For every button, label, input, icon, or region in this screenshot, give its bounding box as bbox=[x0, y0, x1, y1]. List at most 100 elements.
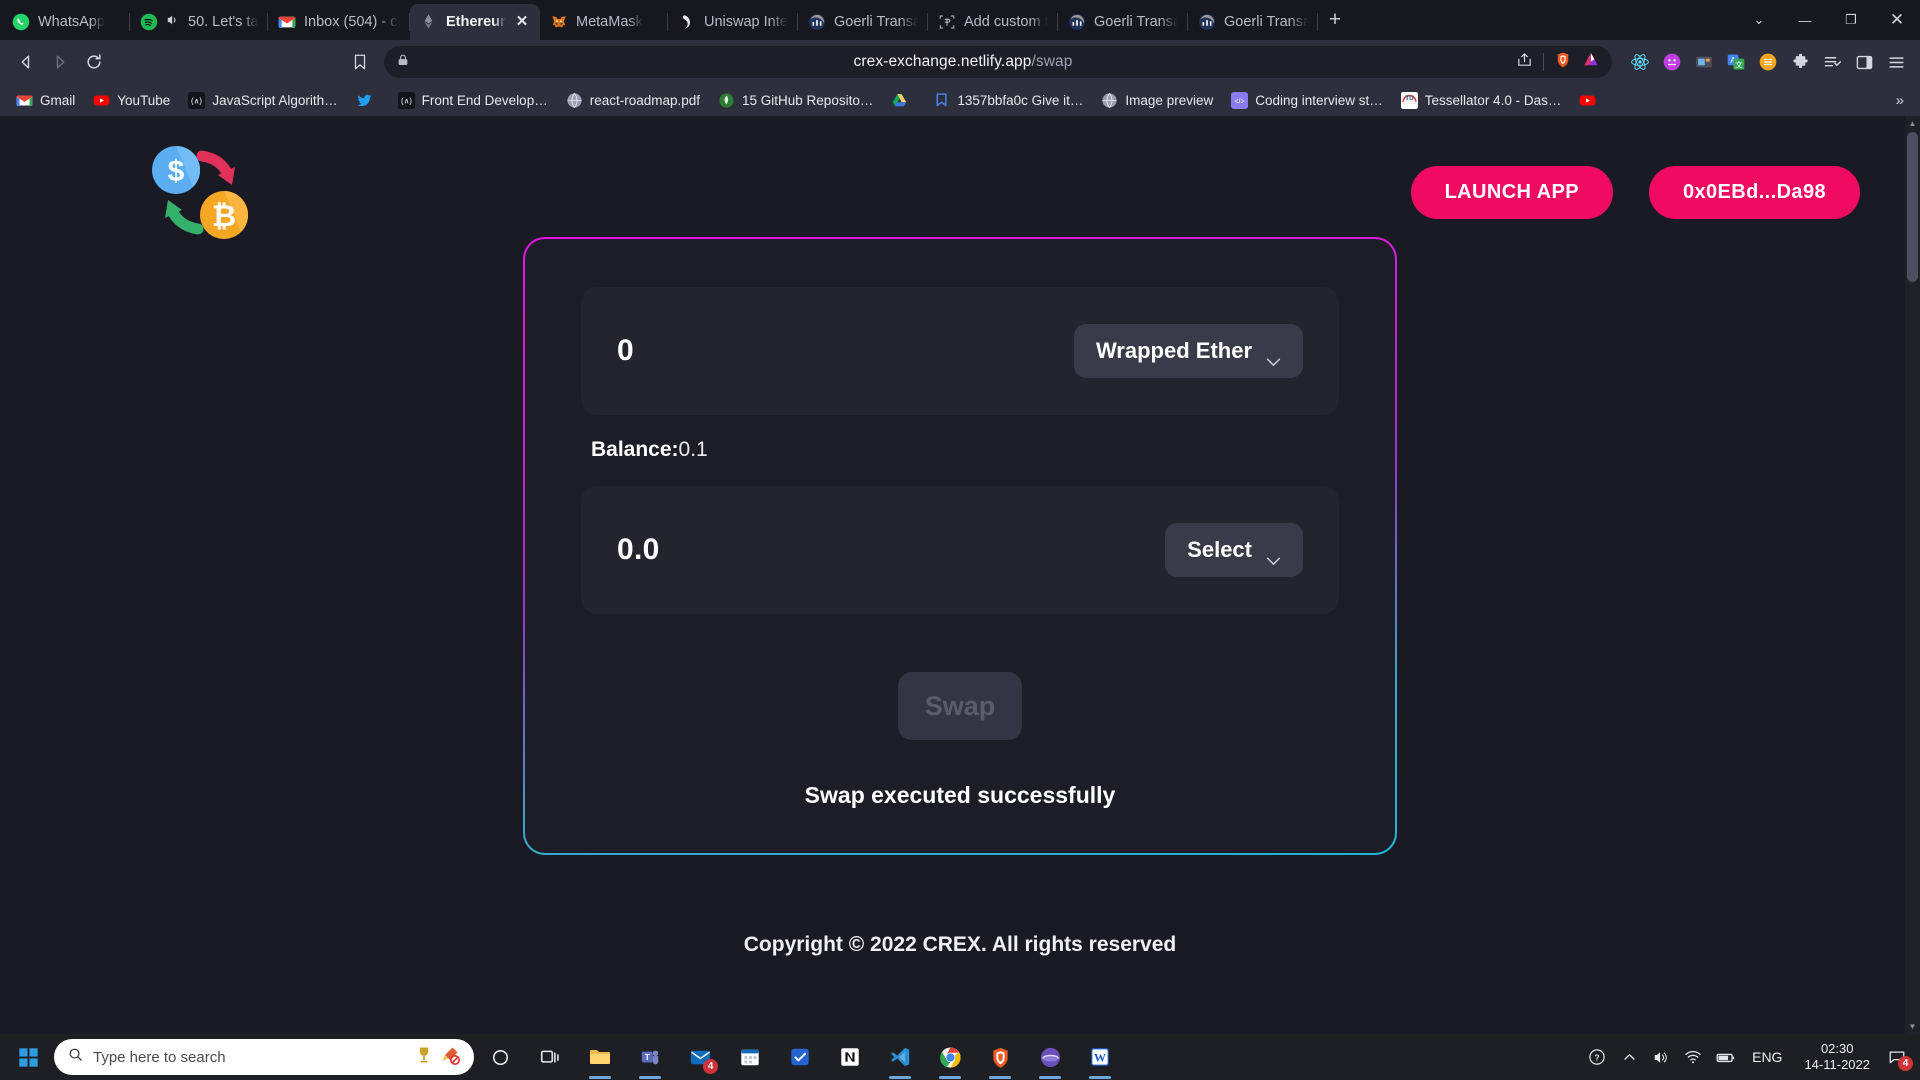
tab-mute-icon[interactable] bbox=[166, 13, 180, 31]
svg-text:(∧): (∧) bbox=[401, 96, 412, 105]
word-icon[interactable]: W bbox=[1076, 1034, 1124, 1080]
browser-menu-icon[interactable] bbox=[1882, 48, 1910, 76]
translate-extension-icon[interactable]: A文 bbox=[1722, 48, 1750, 76]
bookmark-item[interactable]: Image preview bbox=[1093, 89, 1221, 112]
sidebar-toggle-icon[interactable] bbox=[1850, 48, 1878, 76]
new-tab-button[interactable]: + bbox=[1318, 4, 1352, 38]
reload-icon[interactable] bbox=[78, 46, 110, 78]
to-amount-input[interactable]: 0.0 bbox=[617, 533, 660, 567]
browser-tab[interactable]: Uniswap Interfac bbox=[668, 4, 798, 40]
svg-text:TU: TU bbox=[1405, 94, 1414, 101]
honey-extension-icon[interactable] bbox=[1754, 48, 1782, 76]
to-token-select[interactable]: Select bbox=[1165, 523, 1303, 577]
forward-icon[interactable] bbox=[44, 46, 76, 78]
bookmark-item[interactable]: (∧) Front End Develop… bbox=[390, 89, 556, 112]
taskbar-search[interactable]: Type here to search bbox=[54, 1039, 474, 1075]
svg-text:W: W bbox=[1094, 1051, 1106, 1065]
share-icon[interactable] bbox=[1516, 51, 1533, 73]
browser-tab[interactable]: MetaMask bbox=[540, 4, 668, 40]
from-amount-input[interactable]: 0 bbox=[617, 334, 634, 368]
browser-tab-active[interactable]: Ethereum Ap ✕ bbox=[410, 4, 540, 40]
browser-tab[interactable]: Goerli Transactio bbox=[1058, 4, 1188, 40]
balance-display: Balance:0.1 bbox=[591, 438, 1339, 462]
bookmark-item[interactable] bbox=[348, 89, 388, 112]
crex-exchange-app: $ ₿ LAUNCH APP 0x0EBd...Da98 0 Wrapped E… bbox=[0, 116, 1920, 1034]
search-icon bbox=[68, 1047, 83, 1067]
bookmark-item[interactable]: TU Tessellator 4.0 - Das… bbox=[1393, 89, 1570, 112]
notion-icon[interactable] bbox=[826, 1034, 874, 1080]
mail-badge: 4 bbox=[703, 1059, 718, 1074]
tab-search-icon[interactable]: ⌄ bbox=[1736, 0, 1782, 40]
close-window-button[interactable]: ✕ bbox=[1874, 0, 1920, 40]
bookmarks-bar: Gmail YouTube (∧) JavaScript Algorith… (… bbox=[0, 84, 1920, 116]
notifications-icon[interactable]: 4 bbox=[1882, 1034, 1913, 1080]
bookmark-item[interactable] bbox=[1571, 89, 1611, 112]
postman-icon[interactable] bbox=[1026, 1034, 1074, 1080]
mail-icon[interactable]: 4 bbox=[676, 1034, 724, 1080]
clock-time: 02:30 bbox=[1820, 1041, 1854, 1056]
minimize-button[interactable]: — bbox=[1782, 0, 1828, 40]
bookmark-item[interactable] bbox=[883, 89, 923, 112]
launch-app-button[interactable]: LAUNCH APP bbox=[1410, 166, 1613, 219]
scroll-down-icon[interactable]: ▼ bbox=[1905, 1019, 1920, 1034]
scrollbar-thumb[interactable] bbox=[1907, 132, 1918, 282]
wallet-extension-icon[interactable] bbox=[1658, 48, 1686, 76]
bookmarks-overflow-button[interactable]: » bbox=[1888, 92, 1912, 109]
task-view-icon[interactable] bbox=[526, 1034, 574, 1080]
wifi-icon[interactable] bbox=[1678, 1034, 1708, 1080]
paint-icon[interactable] bbox=[440, 1045, 460, 1070]
trophy-icon[interactable] bbox=[414, 1045, 434, 1070]
bookmark-item[interactable]: YouTube bbox=[85, 89, 178, 112]
svg-text:₿: ₿ bbox=[212, 200, 236, 233]
brave-rewards-icon[interactable] bbox=[1582, 51, 1600, 74]
svg-text:$: $ bbox=[168, 155, 185, 188]
bookmark-icon[interactable] bbox=[344, 46, 376, 78]
bookmark-item[interactable]: </> Coding interview st… bbox=[1223, 89, 1391, 112]
volume-icon[interactable] bbox=[1646, 1034, 1676, 1080]
browser-tab[interactable]: Add custom toke bbox=[928, 4, 1058, 40]
svg-text:?: ? bbox=[1595, 1053, 1600, 1062]
vscode-icon[interactable] bbox=[876, 1034, 924, 1080]
tab-strip: WhatsApp 50. Let's talk a Inbox (504) - … bbox=[0, 0, 1920, 40]
cortana-icon[interactable] bbox=[476, 1034, 524, 1080]
browser-tab[interactable]: Goerli Transactio bbox=[1188, 4, 1318, 40]
browser-tab[interactable]: 50. Let's talk a bbox=[130, 4, 268, 40]
react-devtools-icon[interactable] bbox=[1626, 48, 1654, 76]
bookmark-item[interactable]: (∧) JavaScript Algorith… bbox=[180, 89, 345, 112]
battery-icon[interactable] bbox=[1710, 1034, 1740, 1080]
show-hidden-icons-icon[interactable] bbox=[1614, 1034, 1644, 1080]
close-icon[interactable]: ✕ bbox=[514, 14, 530, 30]
swap-button[interactable]: Swap bbox=[898, 672, 1022, 740]
brave-icon[interactable] bbox=[976, 1034, 1024, 1080]
address-bar[interactable]: crex-exchange.netlify.app/swap bbox=[384, 46, 1612, 78]
todo-icon[interactable] bbox=[776, 1034, 824, 1080]
wallet-address-button[interactable]: 0x0EBd...Da98 bbox=[1648, 166, 1860, 219]
extensions-toolbar: A文 bbox=[1626, 48, 1910, 76]
clock[interactable]: 02:30 14-11-2022 bbox=[1794, 1041, 1880, 1073]
from-token-select[interactable]: Wrapped Ether bbox=[1073, 324, 1303, 378]
file-explorer-icon[interactable] bbox=[576, 1034, 624, 1080]
scroll-up-icon[interactable]: ▲ bbox=[1905, 116, 1920, 131]
flag-icon bbox=[933, 92, 950, 109]
windows-start-icon[interactable] bbox=[4, 1034, 52, 1080]
back-icon[interactable] bbox=[10, 46, 42, 78]
page-scrollbar[interactable]: ▲ ▼ bbox=[1905, 116, 1920, 1034]
brave-shields-icon[interactable] bbox=[1554, 51, 1572, 74]
bookmark-item[interactable]: 1357bbfa0c Give it… bbox=[925, 89, 1091, 112]
bookmark-item[interactable]: react-roadmap.pdf bbox=[558, 89, 708, 112]
to-token-label: Select bbox=[1187, 537, 1252, 562]
chrome-icon[interactable] bbox=[926, 1034, 974, 1080]
calendar-icon[interactable] bbox=[726, 1034, 774, 1080]
browser-tab[interactable]: Inbox (504) - cha bbox=[268, 4, 410, 40]
help-icon[interactable]: ? bbox=[1582, 1034, 1612, 1080]
browser-tab[interactable]: Goerli Transactio bbox=[798, 4, 928, 40]
maximize-button[interactable]: ❐ bbox=[1828, 0, 1874, 40]
language-indicator[interactable]: ENG bbox=[1742, 1049, 1792, 1065]
browser-tab[interactable]: WhatsApp bbox=[2, 4, 130, 40]
bookmark-item[interactable]: 15 GitHub Reposito… bbox=[710, 89, 881, 112]
reading-list-icon[interactable] bbox=[1818, 48, 1846, 76]
extensions-puzzle-icon[interactable] bbox=[1786, 48, 1814, 76]
screenshot-extension-icon[interactable] bbox=[1690, 48, 1718, 76]
teams-icon[interactable]: T bbox=[626, 1034, 674, 1080]
bookmark-item[interactable]: Gmail bbox=[8, 89, 83, 112]
